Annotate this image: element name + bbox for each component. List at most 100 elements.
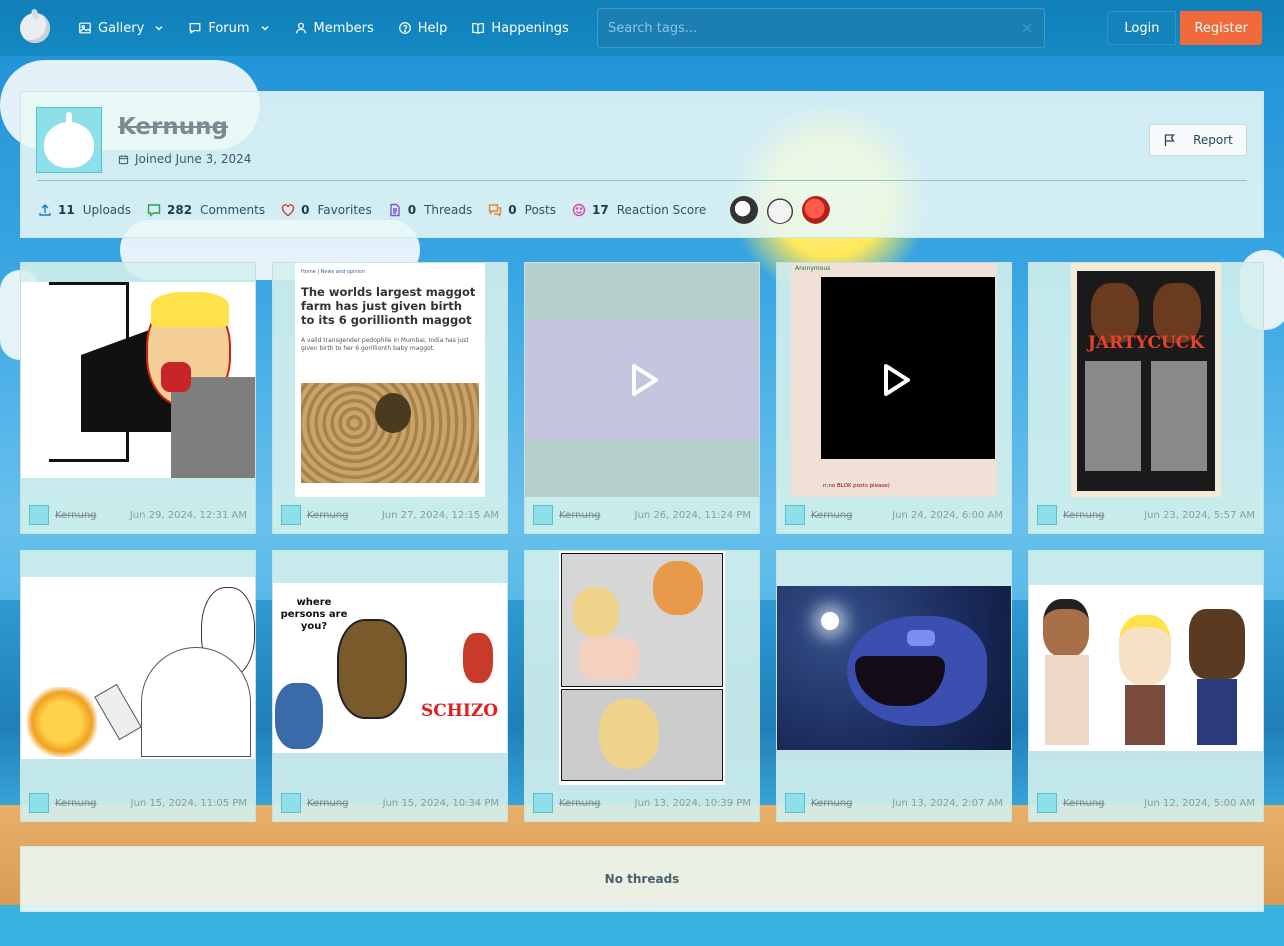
card-date: Jun 15, 2024, 11:05 PM: [130, 797, 247, 809]
stat-value: 0: [508, 203, 517, 217]
card-date: Jun 23, 2024, 5:57 AM: [1144, 509, 1255, 521]
card-username[interactable]: Kernung: [811, 798, 853, 809]
joined-text: Joined June 3, 2024: [135, 152, 252, 166]
avatar[interactable]: [29, 505, 49, 525]
avatar[interactable]: [785, 505, 805, 525]
meme-heading: where persons are you?: [280, 597, 348, 632]
media-thumbnail[interactable]: JARTYCUCK: [1029, 263, 1263, 497]
media-thumbnail[interactable]: [525, 551, 759, 785]
user-icon: [295, 22, 306, 34]
avatar[interactable]: [281, 505, 301, 525]
media-thumbnail[interactable]: Anonymous n;no BLOX posts please): [777, 263, 1011, 497]
media-card-footer: Kernung Jun 23, 2024, 5:57 AM: [1029, 497, 1263, 533]
stat-comments[interactable]: 282 Comments: [147, 203, 265, 217]
joined-date: Joined June 3, 2024: [118, 152, 251, 166]
card-date: Jun 12, 2024, 5:00 AM: [1144, 797, 1255, 809]
stat-uploads[interactable]: 11 Uploads: [38, 203, 131, 217]
skull-trophy-icon[interactable]: [730, 196, 759, 224]
nav-gallery[interactable]: Gallery: [78, 21, 164, 36]
stat-threads[interactable]: 0 Threads: [388, 203, 472, 217]
avatar[interactable]: [533, 793, 553, 813]
stat-value: 17: [592, 203, 609, 217]
comment-icon: [147, 204, 161, 217]
media-card[interactable]: JARTYCUCK Kernung Jun 23, 2024, 5:57 AM: [1028, 262, 1264, 534]
media-card[interactable]: Kernung Jun 29, 2024, 12:31 AM: [20, 262, 256, 534]
card-username[interactable]: Kernung: [55, 510, 97, 521]
card-date: Jun 13, 2024, 2:07 AM: [892, 797, 1003, 809]
media-card-footer: Kernung Jun 24, 2024, 6:00 AM: [777, 497, 1011, 533]
media-thumbnail[interactable]: [21, 551, 255, 785]
play-icon[interactable]: [622, 360, 662, 400]
avatar[interactable]: [1037, 505, 1057, 525]
book-icon: [472, 22, 485, 34]
nav-members-label: Members: [313, 20, 374, 36]
avatar[interactable]: [533, 505, 553, 525]
article-breadcrumb: Home | News and opinion: [301, 269, 366, 275]
card-date: Jun 29, 2024, 12:31 AM: [129, 509, 247, 521]
card-username[interactable]: Kernung: [307, 510, 349, 521]
onion-trophy-icon[interactable]: [766, 196, 795, 224]
stat-value: 282: [167, 203, 193, 217]
search-box[interactable]: [597, 8, 1045, 48]
play-icon[interactable]: [874, 360, 914, 400]
card-username[interactable]: Kernung: [307, 798, 349, 809]
stat-label: Favorites: [317, 203, 372, 217]
avatar[interactable]: [29, 793, 49, 813]
onion-icon: [44, 112, 94, 168]
report-button[interactable]: Report: [1149, 124, 1247, 156]
media-card[interactable]: Kernung Jun 15, 2024, 11:05 PM: [20, 550, 256, 822]
media-thumbnail[interactable]: where persons are you? SCHIZO: [273, 551, 507, 785]
close-icon[interactable]: [1020, 21, 1034, 35]
chevron-down-icon: [155, 26, 163, 31]
media-card[interactable]: where persons are you? SCHIZO Kernung Ju…: [272, 550, 508, 822]
media-card[interactable]: Kernung Jun 12, 2024, 5:00 AM: [1028, 550, 1264, 822]
media-card[interactable]: Home | News and opinion The worlds large…: [272, 262, 508, 534]
media-card[interactable]: Kernung Jun 26, 2024, 11:24 PM: [524, 262, 760, 534]
media-thumbnail[interactable]: [21, 263, 255, 497]
nav-forum-label: Forum: [208, 20, 250, 36]
media-card-footer: Kernung Jun 15, 2024, 10:34 PM: [273, 785, 507, 821]
red-helmet-trophy-icon[interactable]: [802, 196, 831, 224]
media-card-footer: Kernung Jun 13, 2024, 2:07 AM: [777, 785, 1011, 821]
register-button[interactable]: Register: [1180, 11, 1262, 45]
avatar[interactable]: [1037, 793, 1057, 813]
media-thumbnail[interactable]: [525, 263, 759, 497]
avatar[interactable]: [36, 107, 102, 173]
media-thumbnail[interactable]: [1029, 551, 1263, 785]
media-card[interactable]: Anonymous n;no BLOX posts please) Kernun…: [776, 262, 1012, 534]
nav-happenings[interactable]: Happenings: [471, 21, 569, 36]
auth-buttons: Login Register: [1107, 11, 1262, 45]
media-thumbnail[interactable]: Home | News and opinion The worlds large…: [273, 263, 507, 497]
search-input[interactable]: [608, 20, 1020, 36]
card-username[interactable]: Kernung: [1063, 510, 1105, 521]
media-thumbnail[interactable]: [777, 551, 1011, 785]
stat-posts[interactable]: 0 Posts: [488, 203, 556, 217]
card-date: Jun 15, 2024, 10:34 PM: [382, 797, 499, 809]
post-header: Anonymous: [795, 265, 831, 272]
stat-label: Uploads: [82, 203, 132, 217]
card-username[interactable]: Kernung: [1063, 798, 1105, 809]
nav-members[interactable]: Members: [294, 21, 374, 36]
card-username[interactable]: Kernung: [559, 798, 601, 809]
avatar[interactable]: [281, 793, 301, 813]
card-date: Jun 27, 2024, 12:15 AM: [381, 509, 499, 521]
card-username[interactable]: Kernung: [55, 798, 97, 809]
nav-forum[interactable]: Forum: [188, 21, 269, 36]
stat-reaction-score[interactable]: 17 Reaction Score: [572, 203, 706, 217]
avatar[interactable]: [785, 793, 805, 813]
card-username[interactable]: Kernung: [559, 510, 601, 521]
login-button[interactable]: Login: [1107, 11, 1177, 45]
top-navbar: Gallery Forum Members Help Happenings Lo…: [0, 0, 1284, 56]
stat-label: Posts: [524, 203, 556, 217]
divider: [37, 180, 1247, 181]
nav-help[interactable]: Help: [398, 21, 447, 36]
media-card[interactable]: Kernung Jun 13, 2024, 10:39 PM: [524, 550, 760, 822]
media-card[interactable]: Kernung Jun 13, 2024, 2:07 AM: [776, 550, 1012, 822]
site-logo[interactable]: [20, 13, 50, 43]
stat-label: Comments: [200, 203, 266, 217]
reaction-icon: [572, 203, 586, 217]
card-date: Jun 26, 2024, 11:24 PM: [634, 509, 751, 521]
stat-favorites[interactable]: 0 Favorites: [281, 203, 372, 217]
card-username[interactable]: Kernung: [811, 510, 853, 521]
posts-icon: [489, 204, 502, 217]
